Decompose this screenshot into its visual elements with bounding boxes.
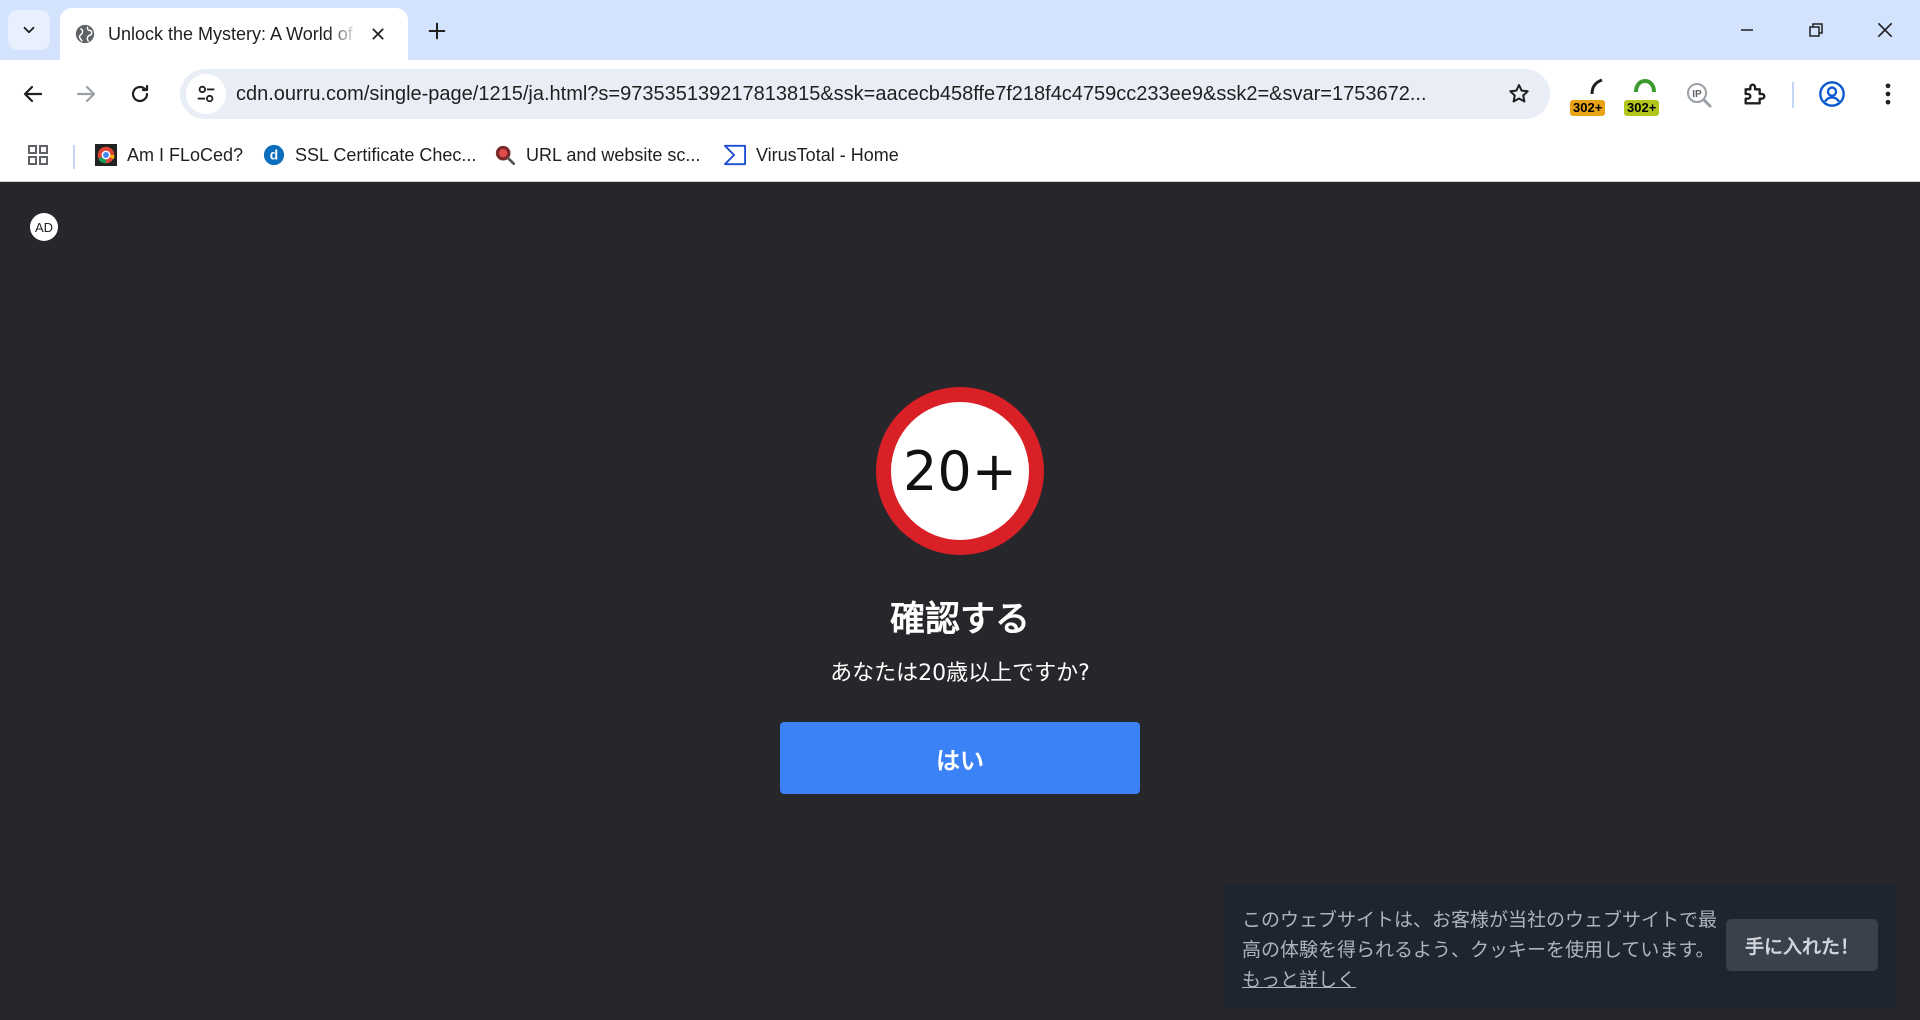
browser-toolbar: cdn.ourru.com/single-page/1215/ja.html?s…: [0, 60, 1920, 130]
tab-title: Unlock the Mystery: A World of Wonders: [108, 23, 358, 44]
url-text[interactable]: cdn.ourru.com/single-page/1215/ja.html?s…: [236, 83, 1476, 106]
forward-button[interactable]: [66, 74, 106, 114]
tab-search-button[interactable]: [8, 10, 50, 50]
extension-badge: 302+: [1624, 100, 1660, 116]
bookmark-am-i-floced[interactable]: Am I FLoCed?: [95, 138, 243, 172]
star-icon: [1509, 84, 1529, 103]
learn-more-link[interactable]: もっと詳しく: [1242, 969, 1356, 991]
tune-icon: [197, 85, 215, 103]
cookie-accept-button[interactable]: 手に入れた！: [1726, 919, 1878, 971]
bookmarks-divider: [73, 145, 75, 169]
bookmark-label: Am I FLoCed?: [127, 144, 244, 165]
ip-magnifier-icon: IP: [1687, 83, 1712, 108]
urlscan-icon: [494, 144, 516, 166]
arrow-left-icon: [23, 85, 43, 103]
menu-button[interactable]: [1866, 76, 1910, 116]
restore-icon: [1809, 23, 1823, 37]
bookmark-star-button[interactable]: [1504, 79, 1534, 109]
ip-extension[interactable]: IP: [1678, 76, 1722, 116]
tab-close-button[interactable]: [366, 22, 390, 46]
extensions-button[interactable]: [1733, 76, 1777, 116]
svg-text:d: d: [270, 148, 278, 163]
close-window-button[interactable]: [1862, 8, 1908, 52]
globe-icon: [75, 24, 95, 44]
extension-badge: 302+: [1570, 100, 1606, 116]
reload-icon: [131, 84, 149, 103]
redirect-icon: [1590, 78, 1603, 95]
yes-button[interactable]: はい: [780, 722, 1140, 794]
cookie-banner: このウェブサイトは、お客様が当社のウェブサイトで最高の体験を得られるよう、クッキ…: [1224, 883, 1896, 1009]
age-restriction-badge: 20+: [876, 387, 1044, 555]
cookie-message: このウェブサイトは、お客様が当社のウェブサイトで最高の体験を得られるよう、クッキ…: [1242, 905, 1722, 995]
bookmark-ssl-certificate-checker[interactable]: d SSL Certificate Chec...: [263, 138, 476, 172]
plus-icon: [428, 22, 446, 40]
more-vert-icon: [1885, 83, 1891, 105]
reload-button[interactable]: [120, 74, 160, 114]
restore-button[interactable]: [1793, 8, 1839, 52]
profile-button[interactable]: [1810, 76, 1854, 116]
bookmark-virustotal[interactable]: VirusTotal - Home: [724, 138, 899, 172]
arrow-right-icon: [76, 85, 96, 103]
apps-button[interactable]: [26, 138, 50, 172]
apps-grid-icon: [28, 145, 48, 165]
bookmark-label: SSL Certificate Chec...: [295, 144, 477, 165]
bookmark-label: VirusTotal - Home: [756, 144, 899, 165]
profile-icon: [1819, 81, 1845, 107]
ad-badge[interactable]: AD: [30, 213, 58, 241]
bookmark-url-website-scanner[interactable]: URL and website sc...: [494, 138, 700, 172]
toolbar-divider: [1792, 82, 1794, 108]
redirect-extension-1[interactable]: 302+: [1568, 76, 1612, 116]
age-badge-text: 20+: [903, 439, 1017, 503]
cookie-text: このウェブサイトは、お客様が当社のウェブサイトで最高の体験を得られるよう、クッキ…: [1242, 909, 1718, 961]
confirm-title: 確認する: [889, 600, 1030, 640]
active-tab[interactable]: Unlock the Mystery: A World of Wonders: [60, 8, 408, 60]
digicert-icon: d: [263, 144, 285, 166]
web-page-content: AD 20+ 確認する あなたは20歳以上ですか? はい このウェブサイトは、お…: [0, 183, 1920, 1020]
redirect-path-icon: [1634, 78, 1656, 93]
age-question: あなたは20歳以上ですか?: [830, 661, 1090, 686]
bookmark-label: URL and website sc...: [526, 144, 701, 165]
puzzle-icon: [1744, 83, 1766, 105]
minimize-button[interactable]: [1724, 8, 1770, 52]
new-tab-button[interactable]: [420, 14, 454, 48]
site-info-button[interactable]: [186, 74, 226, 114]
ip-extension-label: IP: [1692, 89, 1702, 100]
redirect-extension-2[interactable]: 302+: [1622, 76, 1666, 116]
back-button[interactable]: [13, 74, 53, 114]
close-icon: [1877, 22, 1893, 38]
browser-titlebar: Unlock the Mystery: A World of Wonders: [0, 0, 1920, 60]
address-bar[interactable]: cdn.ourru.com/single-page/1215/ja.html?s…: [180, 69, 1550, 119]
bookmarks-bar: Am I FLoCed? d SSL Certificate Chec... U…: [0, 130, 1920, 182]
minimize-icon: [1741, 29, 1753, 31]
close-icon: [372, 28, 384, 40]
chevron-down-icon: [23, 26, 35, 34]
chrome-icon: [95, 144, 117, 166]
virustotal-icon: [724, 144, 746, 166]
